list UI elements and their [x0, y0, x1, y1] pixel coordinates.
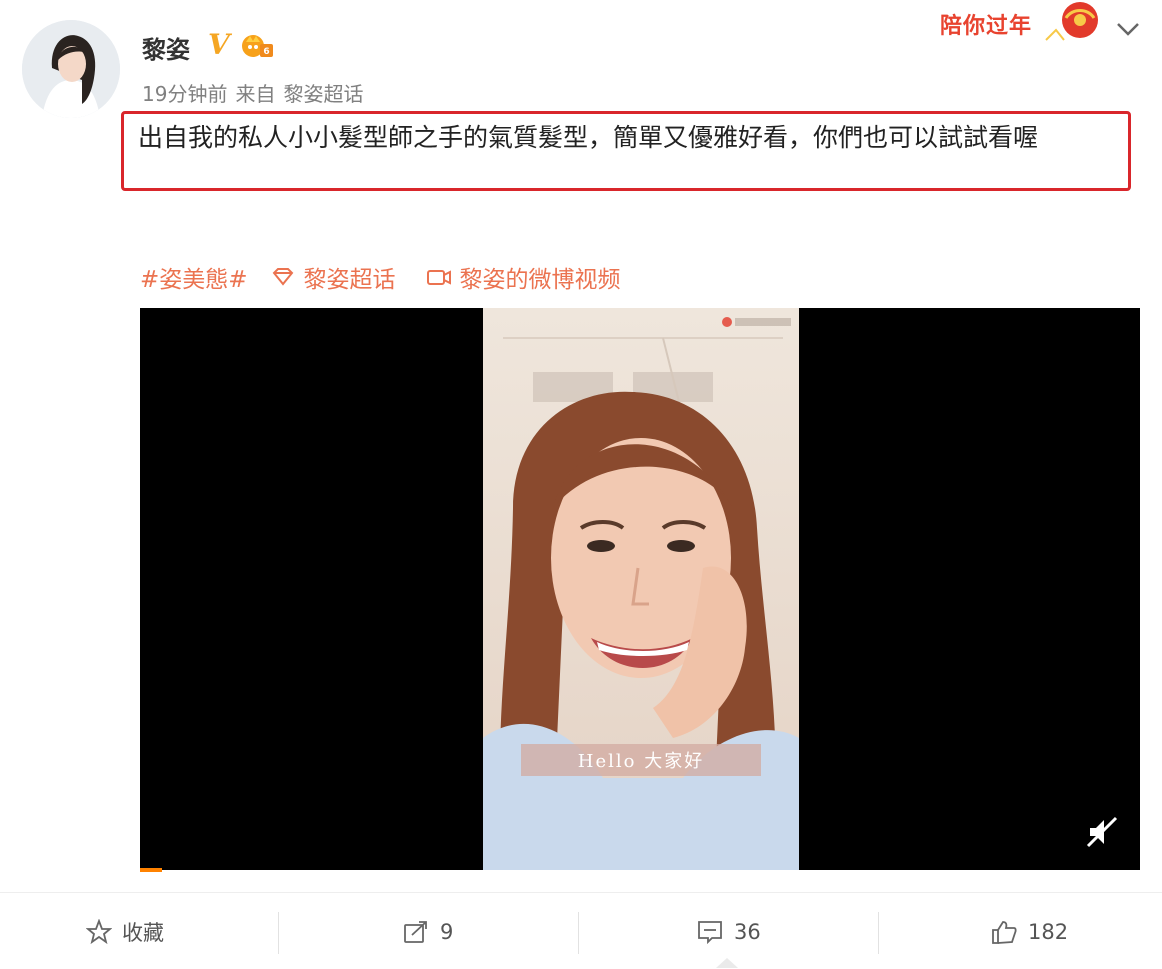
like-button[interactable]: 182: [990, 912, 1068, 952]
favorite-button[interactable]: 收藏: [86, 912, 164, 952]
video-progress-bar[interactable]: [140, 868, 162, 872]
tag-row: #姿美態# 黎姿超话 黎姿的微博视频: [140, 260, 621, 294]
svg-text:6: 6: [263, 47, 269, 57]
like-count: 182: [1028, 920, 1069, 944]
video-icon: [426, 270, 451, 285]
comment-button[interactable]: 36: [696, 912, 761, 952]
chevron-down-icon[interactable]: [1114, 18, 1142, 40]
action-bar: [0, 892, 1162, 969]
video-frame[interactable]: [483, 308, 799, 870]
divider: [578, 912, 579, 954]
avatar[interactable]: [22, 20, 120, 118]
star-icon: [86, 919, 112, 945]
verified-badge-icon: V: [208, 28, 230, 61]
post-time[interactable]: 19分钟前: [142, 82, 227, 106]
comment-icon: [698, 921, 722, 945]
repost-count: 9: [440, 920, 454, 944]
weibo-post-card: 黎姿 V 6 19分钟前 来自 黎姿超话 陪你过年 出自我的私人小小髮型師之手的氣質…: [0, 0, 1162, 968]
comment-count: 36: [734, 920, 761, 944]
tag-video-label: 黎姿的微博视频: [459, 267, 621, 293]
video-caption: Hello 大家好: [521, 744, 761, 776]
post-meta: 19分钟前 来自 黎姿超话: [142, 78, 371, 107]
tag-video[interactable]: 黎姿的微博视频: [426, 260, 621, 294]
thumbs-up-icon: [992, 921, 1017, 944]
username[interactable]: 黎姿: [142, 30, 190, 65]
repost-icon: [404, 921, 427, 943]
post-source[interactable]: 黎姿超话: [283, 82, 363, 106]
divider: [878, 912, 879, 954]
member-level-icon[interactable]: 6: [240, 32, 274, 58]
tag-topic-label: #姿美態#: [140, 267, 248, 293]
favorite-label: 收藏: [122, 921, 164, 945]
post-text: 出自我的私人小小髮型師之手的氣質髮型，簡單又優雅好看，你們也可以試試看喔: [138, 123, 1039, 152]
comment-pointer: [716, 958, 738, 968]
tag-supertopic[interactable]: 黎姿超话: [270, 260, 396, 294]
source-prefix: 来自: [235, 82, 276, 106]
mute-icon[interactable]: [1086, 816, 1118, 848]
tag-topic[interactable]: #姿美態#: [140, 260, 248, 294]
repost-button[interactable]: 9: [402, 912, 453, 952]
divider: [278, 912, 279, 954]
promo-label[interactable]: 陪你过年: [940, 8, 1032, 40]
diamond-icon: [272, 268, 293, 286]
tag-supertopic-label: 黎姿超话: [303, 267, 396, 293]
